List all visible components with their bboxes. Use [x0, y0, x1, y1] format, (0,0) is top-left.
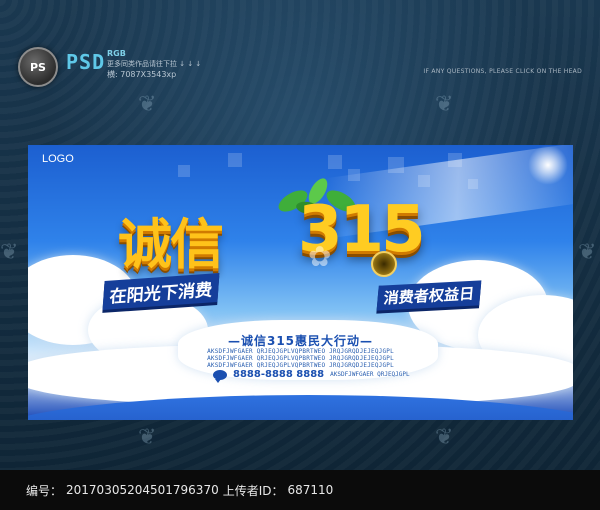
action-title: —诚信315惠民大行动— — [227, 334, 374, 348]
rgb-tag: RGB — [107, 49, 126, 58]
more-works-hint: 更多同类作品请往下拉 ↓ ↓ ↓ — [107, 60, 202, 68]
sun-glow — [528, 145, 568, 185]
filler-text-2: AKSDFJWFGAER QRJEQJGPLVQPBRTWEO JRQJGRQD… — [207, 355, 394, 362]
click-head-tip: IF ANY QUESTIONS, PLEASE CLICK ON THE HE… — [423, 68, 582, 75]
filler-text-3: AKSDFJWFGAER QRJEQJGPLVQPBRTWEO JRQJGRQD… — [207, 362, 394, 369]
filler-text-1: AKSDFJWFGAER QRJEQJGPLVQPBRTWEO JRQJGRQD… — [207, 348, 394, 355]
leaf-decoration-icon: ❦ — [138, 92, 157, 117]
watermark-icon: ✿ — [308, 240, 332, 273]
id-value: 20170305204501796370 — [66, 483, 219, 497]
ps-badge-icon[interactable]: PS — [18, 47, 58, 87]
psd-logo: PSD — [66, 50, 106, 74]
id-label: 编号： — [26, 483, 63, 498]
footer-bar: 编号： 20170305204501796370 上传者ID： 687110 — [0, 470, 600, 510]
chat-bubble-icon — [213, 369, 227, 383]
leaf-decoration-icon: ❦ — [435, 425, 454, 450]
leaf-decoration-icon: ❦ — [435, 92, 454, 117]
phone-row: 8888-8888 8888 AKSDFJWFGAER QRJEQJGPL — [213, 369, 410, 383]
leaf-decoration-icon: ❦ — [578, 240, 597, 265]
title-chengxin: 诚信 — [118, 213, 224, 276]
uploader-value: 687110 — [287, 483, 334, 497]
poster-logo: LOGO — [42, 153, 74, 165]
uploader-label: 上传者ID： — [222, 483, 284, 498]
poster-image: LOGO 诚信 315 在阳光下消费 消费者权益日 —诚信315惠民大行动— A… — [28, 145, 573, 420]
leaf-decoration-icon: ❦ — [0, 240, 19, 265]
leaf-decoration-icon: ❦ — [138, 425, 157, 450]
consumer-emblem-icon — [371, 251, 397, 277]
phone-number: 8888-8888 8888 — [233, 369, 325, 380]
phone-filler-text: AKSDFJWFGAER QRJEQJGPL — [330, 371, 410, 378]
dimension-info: 横: 7087X3543xp — [107, 70, 177, 79]
